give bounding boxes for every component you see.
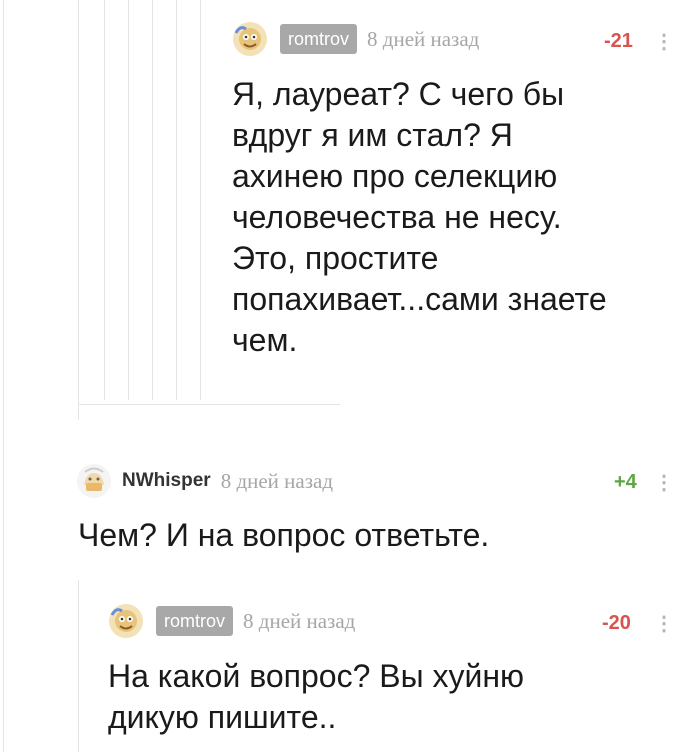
comment-text-line: человечества не несу. (232, 199, 562, 235)
comment-text-line: На какой вопрос? Вы хуйню (108, 658, 525, 694)
thread-line (152, 0, 153, 400)
avatar[interactable] (232, 21, 268, 57)
rating: -20 (602, 612, 631, 634)
rating: -21 (604, 30, 633, 52)
comment-text-line: ахинею про селекцию (232, 158, 558, 194)
timestamp[interactable]: 8 дней назад (221, 469, 333, 494)
comment-text-line: попахивает...сами знаете (232, 281, 607, 317)
comment-text: На какой вопрос? Вы хуйню дикую пишите.. (108, 656, 524, 738)
comment-text: Чем? И на вопрос ответьте. (78, 515, 489, 556)
more-icon[interactable]: ⋮ (654, 29, 674, 54)
thread-line (78, 580, 79, 752)
comment-header: romtrov 8 дней назад (108, 603, 355, 639)
comment-header: NWhisper 8 дней назад (76, 463, 333, 499)
comment-text-line: Чем? И на вопрос ответьте. (78, 517, 490, 553)
thread-line (128, 0, 129, 400)
thread-line (176, 0, 177, 400)
comment-text-line: Это, простите (232, 240, 439, 276)
timestamp[interactable]: 8 дней назад (243, 609, 355, 634)
author-badge[interactable]: romtrov (280, 24, 358, 54)
comment-text: Я, лауреат? С чего бы вдруг я им стал? Я… (232, 74, 607, 361)
timestamp[interactable]: 8 дней назад (367, 27, 479, 52)
comment-text-line: Я, лауреат? С чего бы (232, 76, 565, 112)
avatar[interactable] (108, 603, 144, 639)
thread-line (200, 0, 201, 400)
thread-line (104, 0, 105, 400)
comment-text-line: дикую пишите.. (108, 699, 337, 735)
rating: +4 (614, 471, 637, 493)
comment-text-line: вдруг я им стал? Я (232, 117, 513, 153)
comment-header: romtrov 8 дней назад (232, 21, 479, 57)
author-name[interactable]: NWhisper (122, 470, 211, 492)
more-icon[interactable]: ⋮ (654, 470, 674, 495)
comment-text-line: чем. (232, 322, 298, 358)
thread-line (3, 0, 4, 752)
avatar[interactable] (76, 463, 112, 499)
thread-line (78, 0, 79, 420)
thread-divider (78, 404, 340, 405)
more-icon[interactable]: ⋮ (654, 611, 674, 636)
author-badge[interactable]: romtrov (156, 606, 234, 636)
